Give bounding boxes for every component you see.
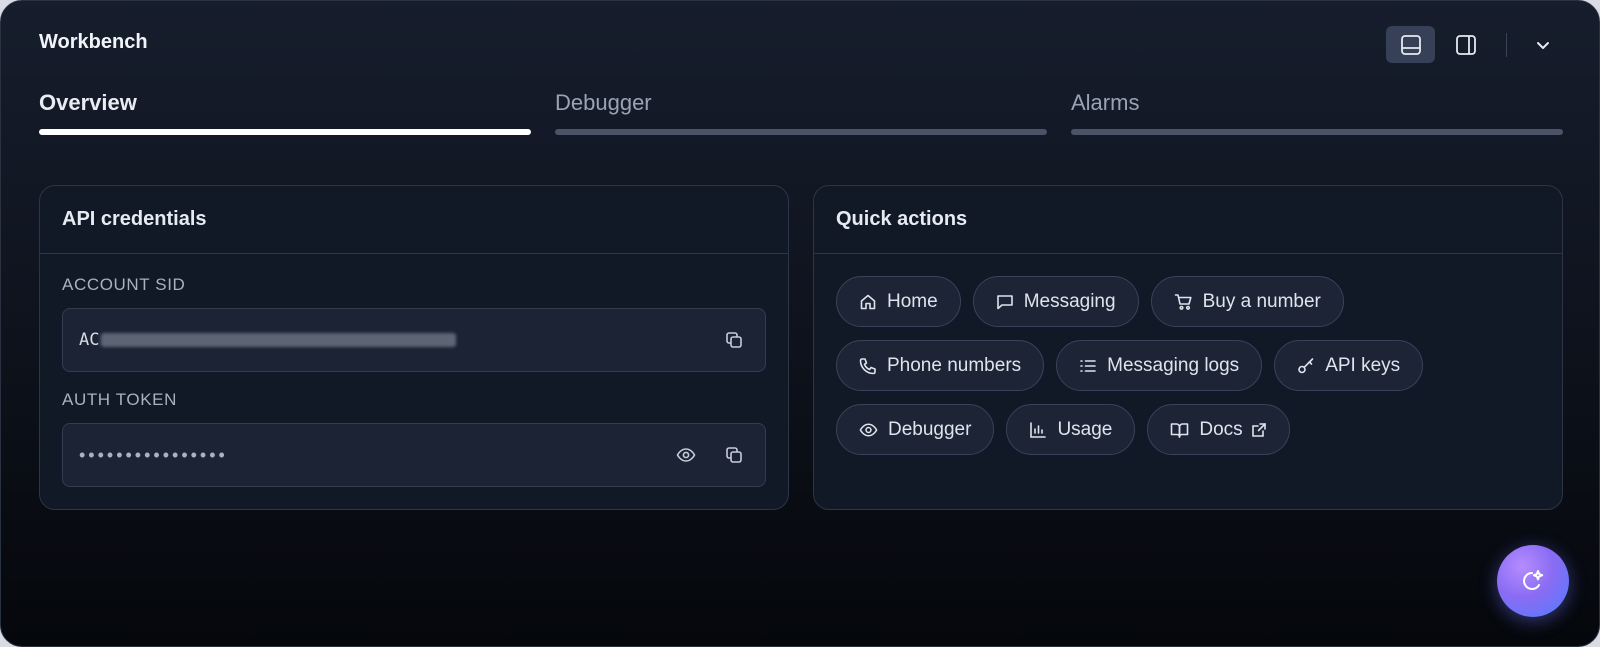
tab-indicator bbox=[39, 129, 531, 135]
chart-icon bbox=[1030, 421, 1047, 438]
book-icon bbox=[1171, 422, 1189, 438]
phone-icon bbox=[859, 357, 876, 374]
tab-indicator bbox=[1071, 129, 1563, 135]
quick-action-messaging[interactable]: Messaging bbox=[972, 276, 1139, 327]
home-icon bbox=[860, 294, 876, 309]
copy-sid-button[interactable] bbox=[719, 325, 749, 355]
account-sid-label: ACCOUNT SID bbox=[62, 275, 186, 294]
eye-icon bbox=[676, 448, 696, 462]
quick-actions-list: Home Messaging Buy a number Phone number… bbox=[836, 276, 1546, 468]
eye-icon bbox=[859, 423, 878, 436]
tab-bar: Overview Debugger Alarms bbox=[39, 89, 1563, 135]
auth-token-field[interactable]: •••••••••••••••• bbox=[62, 423, 766, 487]
redacted-value bbox=[101, 333, 457, 347]
tab-overview[interactable]: Overview bbox=[39, 89, 531, 135]
card-title: API credentials bbox=[40, 186, 788, 254]
auth-token-value: •••••••••••••••• bbox=[79, 444, 228, 465]
card-title: Quick actions bbox=[814, 186, 1562, 254]
tab-label: Overview bbox=[39, 90, 137, 115]
api-credentials-card: API credentials ACCOUNT SID AC AUTH TOKE… bbox=[39, 185, 789, 510]
dock-bottom-button[interactable] bbox=[1386, 26, 1435, 63]
dock-side-button[interactable] bbox=[1441, 26, 1490, 63]
copy-icon bbox=[726, 447, 742, 463]
collapse-button[interactable] bbox=[1525, 26, 1561, 63]
tab-indicator bbox=[555, 129, 1047, 135]
quick-action-usage[interactable]: Usage bbox=[1006, 404, 1136, 455]
chevron-down-icon bbox=[1537, 41, 1549, 49]
quick-action-docs[interactable]: Docs bbox=[1147, 404, 1290, 455]
key-icon bbox=[1298, 357, 1314, 373]
quick-action-buy-number[interactable]: Buy a number bbox=[1150, 276, 1344, 327]
cart-icon bbox=[1174, 293, 1192, 310]
auth-token-label: AUTH TOKEN bbox=[62, 390, 177, 409]
quick-actions-card: Quick actions Home Messaging Buy a numbe… bbox=[813, 185, 1563, 510]
tab-label: Debugger bbox=[555, 90, 652, 115]
quick-action-home[interactable]: Home bbox=[836, 276, 961, 327]
ai-assistant-button[interactable] bbox=[1497, 545, 1569, 617]
tab-debugger[interactable]: Debugger bbox=[555, 89, 1047, 135]
quick-action-debugger[interactable]: Debugger bbox=[836, 404, 995, 455]
quick-action-api-keys[interactable]: API keys bbox=[1274, 340, 1424, 391]
copy-icon bbox=[726, 332, 742, 348]
sparkle-icon bbox=[1523, 570, 1544, 590]
dock-bottom-icon bbox=[1400, 34, 1421, 55]
quick-action-messaging-logs[interactable]: Messaging logs bbox=[1056, 340, 1263, 391]
account-sid-field[interactable]: AC bbox=[62, 308, 766, 372]
copy-token-button[interactable] bbox=[719, 440, 749, 470]
controls-divider bbox=[1506, 32, 1507, 57]
list-icon bbox=[1080, 359, 1096, 372]
chat-icon bbox=[996, 294, 1013, 309]
workbench-window: Workbench Overview Debugger Alarms API c… bbox=[0, 0, 1600, 647]
account-sid-value: AC bbox=[79, 330, 457, 350]
window-title: Workbench bbox=[39, 31, 148, 53]
tab-label: Alarms bbox=[1071, 90, 1140, 115]
tab-alarms[interactable]: Alarms bbox=[1071, 89, 1563, 135]
reveal-token-button[interactable] bbox=[671, 440, 701, 470]
quick-action-phone-numbers[interactable]: Phone numbers bbox=[836, 340, 1045, 391]
external-link-icon bbox=[1251, 422, 1266, 437]
dock-side-icon bbox=[1455, 34, 1476, 55]
layout-controls bbox=[1380, 26, 1561, 63]
